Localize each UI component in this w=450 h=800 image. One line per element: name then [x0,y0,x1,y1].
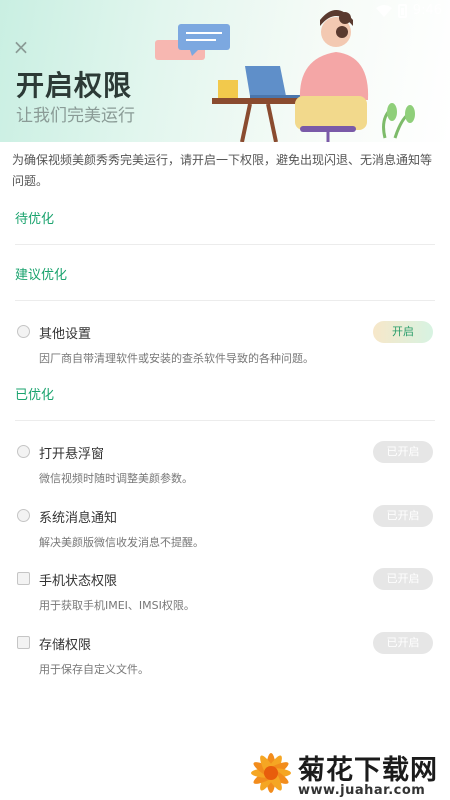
item-desc: 微信视频时随时调整美颜参数。 [39,472,193,485]
permission-item-other-settings: 其他设置 因厂商自带清理软件或安装的查杀软件导致的各种问题。 开启 [15,321,435,379]
enabled-button[interactable]: 已开启 [373,568,433,590]
divider [15,420,435,421]
item-name: 其他设置 [39,327,92,342]
enabled-button[interactable]: 已开启 [373,632,433,654]
phone-icon [17,572,30,585]
page-title: 开启权限 [16,69,133,102]
flower-logo-icon [251,753,291,793]
item-name: 系统消息通知 [39,511,118,526]
item-name: 手机状态权限 [39,574,118,589]
enabled-button[interactable]: 已开启 [373,505,433,527]
item-desc: 用于获取手机IMEI、IMSI权限。 [39,599,195,612]
battery-icon [397,3,407,18]
section-suggested-title: 建议优化 [15,268,68,283]
permission-item-phone-state: 手机状态权限 用于获取手机IMEI、IMSI权限。 已开启 [15,568,435,626]
item-name: 存储权限 [39,638,92,653]
permission-item-notification: 系统消息通知 解决美颜版微信收发消息不提醒。 已开启 [15,505,435,563]
illustration-image [155,10,415,142]
section-pending-title: 待优化 [15,212,55,227]
item-name: 打开悬浮窗 [39,447,105,462]
item-desc: 因厂商自带清理软件或安装的查杀软件导致的各种问题。 [39,352,314,365]
settings-icon [17,325,30,338]
watermark-url: www.juahar.com [298,783,426,798]
wifi-icon [375,4,392,17]
enabled-button[interactable]: 已开启 [373,441,433,463]
item-desc: 解决美颜版微信收发消息不提醒。 [39,536,204,549]
watermark-title: 菊花下载网 [298,755,438,786]
enable-button[interactable]: 开启 [373,321,433,343]
status-time: 9:46 [412,3,442,18]
watermark: 菊花下载网 www.juahar.com [248,748,448,800]
intro-text: 为确保视频美颜秀秀完美运行，请开启一下权限，避免出现闪退、无消息通知等问题。 [12,153,433,188]
page-subtitle: 让我们完美运行 [16,106,135,126]
section-optimized-title: 已优化 [15,388,55,403]
item-desc: 用于保存自定义文件。 [39,663,149,676]
permission-item-floating-window: 打开悬浮窗 微信视频时随时调整美颜参数。 已开启 [15,441,435,499]
status-bar: 9:46 [375,3,442,18]
bell-icon [17,509,30,522]
header-banner: 9:46 × 开启权限 让我们完美运行 [0,0,450,142]
folder-icon [17,636,30,649]
floating-window-icon [17,445,30,458]
divider [15,300,435,301]
permission-item-storage: 存储权限 用于保存自定义文件。 已开启 [15,632,435,690]
divider [15,244,435,245]
close-icon[interactable]: × [12,37,30,57]
